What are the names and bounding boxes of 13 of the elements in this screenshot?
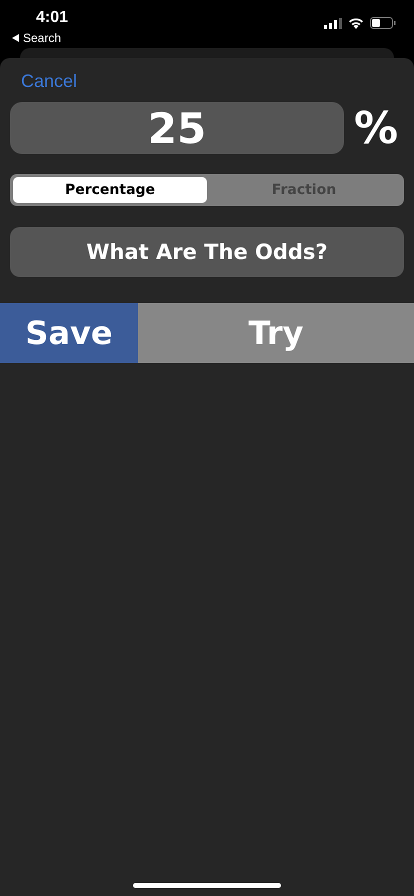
odds-button[interactable]: What Are The Odds?: [10, 227, 404, 277]
segment-tab[interactable]: Percentage: [13, 177, 207, 203]
save-button[interactable]: Save: [0, 303, 138, 363]
back-link[interactable]: Search: [23, 31, 62, 45]
status-time: 4:01: [36, 9, 68, 27]
cancel-button[interactable]: Cancel: [21, 68, 78, 94]
percent-unit-label: %: [354, 102, 398, 154]
try-button[interactable]: Try: [138, 303, 414, 363]
percent-input-field[interactable]: 25: [10, 102, 344, 154]
wifi-icon: [348, 17, 364, 29]
signal-icon: [324, 18, 342, 28]
battery-icon: [370, 17, 396, 29]
back-triangle-icon: [12, 34, 19, 42]
